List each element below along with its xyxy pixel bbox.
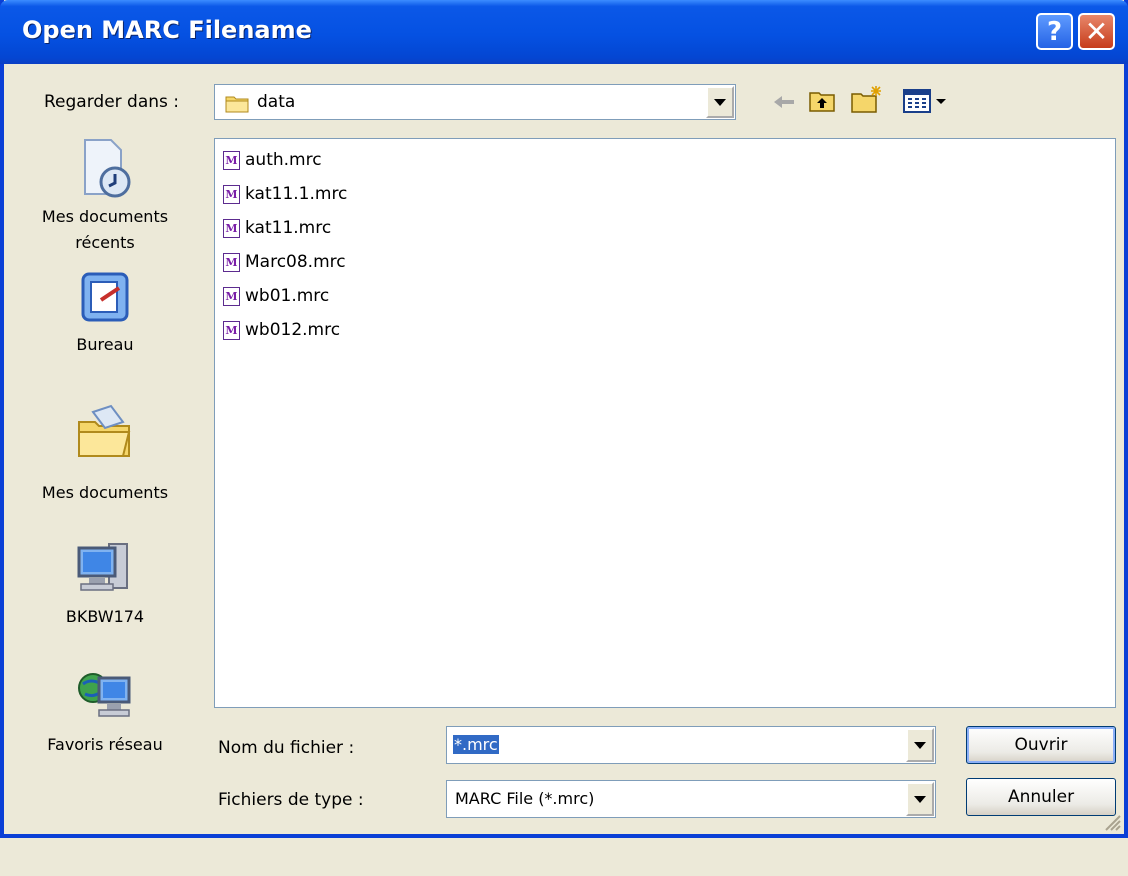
back-arrow-icon[interactable] bbox=[770, 92, 798, 112]
filename-dropdown-button[interactable] bbox=[906, 728, 934, 762]
title-bar[interactable]: Open MARC Filename ? ✕ bbox=[0, 0, 1128, 64]
list-item[interactable]: M kat11.1.mrc bbox=[223, 179, 347, 209]
file-name: wb01.mrc bbox=[245, 286, 330, 306]
filetype-label: Fichiers de type : bbox=[218, 790, 364, 810]
place-network[interactable]: Favoris réseau bbox=[16, 664, 194, 758]
place-label: Favoris réseau bbox=[47, 735, 163, 754]
network-icon bbox=[78, 673, 131, 717]
my-documents-icon bbox=[78, 404, 131, 457]
open-button[interactable]: Ouvrir bbox=[966, 726, 1116, 764]
cancel-button[interactable]: Annuler bbox=[966, 778, 1116, 816]
help-icon: ? bbox=[1046, 16, 1063, 47]
marc-file-icon: M bbox=[223, 184, 240, 204]
marc-file-icon: M bbox=[223, 320, 240, 340]
file-name: wb012.mrc bbox=[245, 320, 341, 340]
file-name: kat11.mrc bbox=[245, 218, 332, 238]
file-name: kat11.1.mrc bbox=[245, 184, 348, 204]
marc-file-icon: M bbox=[223, 218, 240, 238]
look-in-label: Regarder dans : bbox=[44, 92, 180, 112]
look-in-value: data bbox=[257, 92, 296, 112]
file-name: auth.mrc bbox=[245, 150, 322, 170]
place-my-documents[interactable]: Mes documents bbox=[16, 402, 194, 506]
place-label: BKBW174 bbox=[65, 607, 145, 626]
look-in-combo[interactable]: data bbox=[214, 84, 736, 120]
folder-icon bbox=[225, 96, 249, 113]
filename-input[interactable]: *.mrc bbox=[446, 726, 936, 764]
close-button[interactable]: ✕ bbox=[1078, 13, 1115, 50]
up-folder-icon[interactable] bbox=[808, 88, 836, 114]
place-label: Bureau bbox=[76, 335, 134, 354]
filename-label: Nom du fichier : bbox=[218, 738, 355, 758]
resize-grip-icon[interactable] bbox=[1100, 810, 1122, 832]
marc-file-icon: M bbox=[223, 286, 240, 306]
window-title: Open MARC Filename bbox=[22, 16, 312, 44]
chevron-down-icon bbox=[714, 98, 726, 106]
place-label: Mes documents bbox=[41, 483, 169, 502]
file-name: Marc08.mrc bbox=[245, 252, 346, 272]
place-computer[interactable]: BKBW174 bbox=[16, 538, 194, 630]
chevron-down-icon bbox=[914, 795, 926, 803]
list-item[interactable]: M kat11.mrc bbox=[223, 213, 331, 243]
place-label: Mes documents récents bbox=[41, 207, 169, 252]
desktop-icon bbox=[81, 272, 129, 322]
place-recent-documents[interactable]: Mes documents récents bbox=[16, 136, 194, 256]
file-list[interactable]: M auth.mrc M kat11.1.mrc M kat11.mrc M M… bbox=[214, 138, 1116, 708]
list-item[interactable]: M wb012.mrc bbox=[223, 315, 340, 345]
list-item[interactable]: M auth.mrc bbox=[223, 145, 322, 175]
look-in-dropdown-button[interactable] bbox=[706, 86, 734, 118]
marc-file-icon: M bbox=[223, 150, 240, 170]
list-item[interactable]: M Marc08.mrc bbox=[223, 247, 346, 277]
chevron-down-icon bbox=[914, 741, 926, 749]
filename-value: *.mrc bbox=[453, 735, 499, 754]
recent-documents-icon bbox=[84, 139, 131, 198]
place-desktop[interactable]: Bureau bbox=[16, 270, 194, 358]
help-button[interactable]: ? bbox=[1036, 13, 1073, 50]
marc-file-icon: M bbox=[223, 252, 240, 272]
filetype-dropdown-button[interactable] bbox=[906, 782, 934, 816]
filetype-value: MARC File (*.mrc) bbox=[455, 789, 595, 808]
view-menu-icon[interactable] bbox=[902, 88, 950, 114]
list-item[interactable]: M wb01.mrc bbox=[223, 281, 329, 311]
close-icon: ✕ bbox=[1084, 15, 1109, 48]
computer-icon bbox=[77, 543, 128, 591]
places-bar: Mes documents récents Bureau Mes documen… bbox=[16, 136, 194, 876]
new-folder-icon[interactable] bbox=[850, 84, 884, 114]
filetype-select[interactable]: MARC File (*.mrc) bbox=[446, 780, 936, 818]
